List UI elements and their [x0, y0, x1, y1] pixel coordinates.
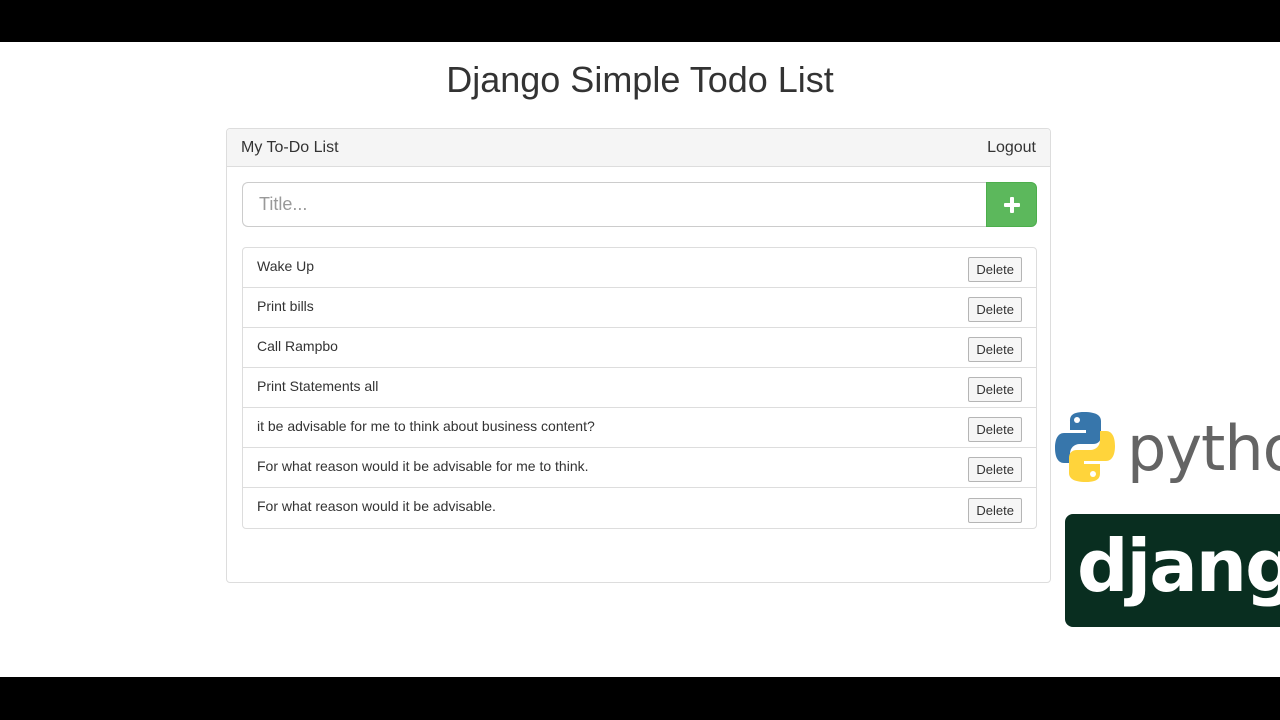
- delete-button[interactable]: Delete: [968, 257, 1022, 282]
- todo-item: it be advisable for me to think about bu…: [243, 408, 1036, 448]
- todo-title: Wake Up: [257, 257, 315, 274]
- title-input[interactable]: [242, 182, 986, 227]
- todo-title: it be advisable for me to think about bu…: [257, 417, 595, 434]
- todo-item: Call Rampbo Delete: [243, 328, 1036, 368]
- todo-item: For what reason would it be advisable fo…: [243, 448, 1036, 488]
- page-title: Django Simple Todo List: [446, 59, 834, 100]
- django-logo: django: [1065, 514, 1280, 627]
- todo-item: Print bills Delete: [243, 288, 1036, 328]
- delete-button[interactable]: Delete: [968, 457, 1022, 482]
- delete-button[interactable]: Delete: [968, 377, 1022, 402]
- todo-title: Call Rampbo: [257, 337, 338, 354]
- todo-item: Print Statements all Delete: [243, 368, 1036, 408]
- browser-viewport: Django Simple Todo List My To-Do List Lo…: [0, 42, 1280, 677]
- todo-item: For what reason would it be advisable. D…: [243, 488, 1036, 528]
- panel-title: My To-Do List: [241, 138, 339, 156]
- add-todo-form: [242, 182, 1037, 227]
- add-button[interactable]: [986, 182, 1037, 227]
- delete-button[interactable]: Delete: [968, 297, 1022, 322]
- todo-item: Wake Up Delete: [243, 248, 1036, 288]
- todo-title: Print Statements all: [257, 377, 379, 394]
- django-wordmark: django: [1077, 524, 1280, 608]
- todo-title: For what reason would it be advisable.: [257, 498, 496, 514]
- delete-button[interactable]: Delete: [968, 417, 1022, 442]
- panel-heading: My To-Do List Logout: [227, 129, 1050, 167]
- todo-title: For what reason would it be advisable fo…: [257, 457, 589, 474]
- python-snake-icon: [1055, 412, 1115, 482]
- python-logo: python: [1055, 408, 1280, 494]
- python-wordmark: python: [1127, 412, 1280, 485]
- todo-list: Wake Up Delete Print bills Delete Call R…: [242, 247, 1037, 529]
- todo-title: Print bills: [257, 297, 314, 314]
- delete-button[interactable]: Delete: [968, 497, 1022, 523]
- delete-button[interactable]: Delete: [968, 337, 1022, 362]
- todo-panel: My To-Do List Logout Wake Up Delete Prin…: [226, 128, 1051, 583]
- plus-icon: [1003, 196, 1020, 213]
- logout-link[interactable]: Logout: [987, 139, 1036, 157]
